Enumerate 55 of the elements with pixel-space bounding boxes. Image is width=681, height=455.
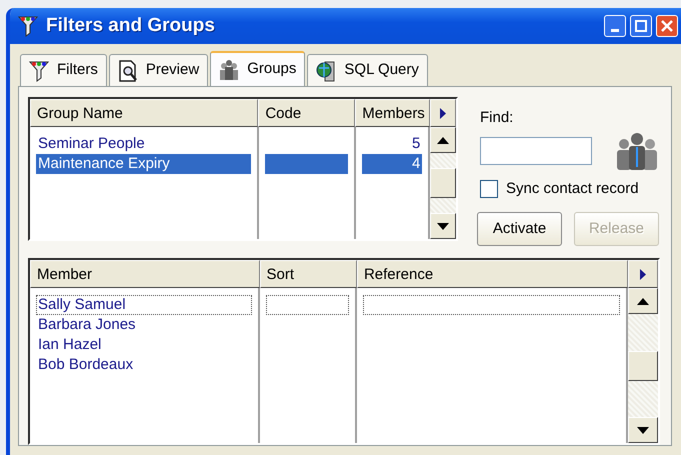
table-cell[interactable]: 5 <box>362 134 422 154</box>
column-header[interactable]: Members <box>355 99 430 127</box>
magnifier-icon <box>118 60 138 82</box>
table-cell[interactable] <box>362 295 620 315</box>
column-scroll-button[interactable] <box>430 99 456 127</box>
scrollbar[interactable] <box>430 127 456 239</box>
tab[interactable]: Preview <box>108 54 208 86</box>
checkbox[interactable] <box>480 180 498 198</box>
up-arrow-icon <box>637 298 650 304</box>
table-cell[interactable]: Bob Bordeaux <box>36 355 252 375</box>
minimize-icon <box>611 28 619 32</box>
find-field[interactable] <box>480 136 592 164</box>
column-header[interactable]: Reference <box>356 260 628 288</box>
table-cell[interactable] <box>264 154 348 174</box>
window-title: Filters and Groups <box>46 14 215 38</box>
tab[interactable]: Groups <box>210 51 306 86</box>
column-scroll-button[interactable] <box>628 260 658 288</box>
globe-icon <box>316 60 336 82</box>
down-arrow-icon <box>637 426 650 434</box>
funnel-icon <box>29 60 49 82</box>
table-cell[interactable]: 4 <box>362 154 422 174</box>
table-cell[interactable]: Sally Samuel <box>36 295 252 315</box>
minimize-button[interactable] <box>604 15 626 37</box>
funnel-icon <box>18 15 38 37</box>
scroll-down-button[interactable] <box>628 417 658 443</box>
column-header[interactable]: Member <box>30 260 260 288</box>
scroll-up-button[interactable] <box>628 288 658 314</box>
table-cell[interactable]: Maintenance Expiry <box>36 154 251 174</box>
scroll-up-button[interactable] <box>430 127 456 153</box>
close-button[interactable] <box>656 15 678 37</box>
column-header[interactable]: Group Name <box>30 99 258 127</box>
people-icon <box>614 132 660 170</box>
sync-contact-record-label: Sync contact record <box>506 178 639 198</box>
scrollbar[interactable] <box>628 288 658 443</box>
table-cell[interactable] <box>266 295 349 315</box>
down-arrow-icon <box>437 222 450 230</box>
up-arrow-icon <box>437 136 450 144</box>
table-cell[interactable]: Seminar People <box>36 134 251 154</box>
tab[interactable]: Filters <box>20 54 107 86</box>
right-arrow-icon <box>440 108 446 118</box>
scroll-down-button[interactable] <box>430 213 456 239</box>
scroll-thumb[interactable] <box>430 168 456 198</box>
maximize-button[interactable] <box>630 15 652 37</box>
people-icon <box>219 58 240 80</box>
action-button[interactable]: Activate <box>477 212 562 246</box>
scroll-thumb[interactable] <box>628 350 658 380</box>
column-header[interactable]: Code <box>258 99 356 127</box>
column-header[interactable]: Sort <box>260 260 357 288</box>
tab[interactable]: SQL Query <box>307 54 428 86</box>
maximize-icon <box>635 20 647 32</box>
close-icon <box>661 20 673 32</box>
right-arrow-icon <box>640 268 646 280</box>
find-label: Find: <box>480 108 514 128</box>
table-cell[interactable]: Barbara Jones <box>36 315 252 335</box>
table-cell[interactable]: Ian Hazel <box>36 335 252 355</box>
